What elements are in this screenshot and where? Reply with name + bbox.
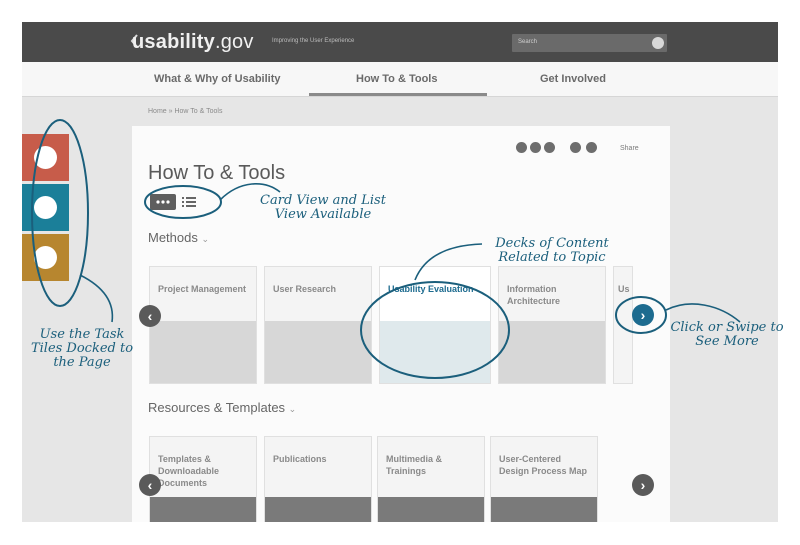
chevron-right-icon: › <box>640 307 646 323</box>
resources-tile[interactable]: Multimedia & Trainings <box>377 436 485 522</box>
section-methods-heading[interactable]: Methods ⌄ <box>148 230 209 245</box>
methods-tile-partial[interactable]: Us De <box>613 266 633 384</box>
site-header: usability.gov Improving the User Experie… <box>22 22 778 62</box>
annotation-tasks: Use the Task Tiles Docked to the Page <box>30 327 134 370</box>
card-view-icon <box>156 200 170 204</box>
logo-tagline: Improving the User Experience <box>272 38 355 44</box>
share-print-icon[interactable] <box>586 142 597 153</box>
methods-tile[interactable]: User Research <box>264 266 372 384</box>
chevron-right-icon: › <box>640 477 646 493</box>
tile-label: Multimedia & Trainings <box>386 454 443 476</box>
nav-item-what-why[interactable]: What & Why of Usability <box>154 73 281 85</box>
tile-image <box>150 497 256 522</box>
tile-image <box>499 321 605 383</box>
nav-item-how-to-tools[interactable]: How To & Tools <box>356 73 437 85</box>
share-facebook-icon[interactable] <box>516 142 527 153</box>
share-twitter-icon[interactable] <box>530 142 541 153</box>
resources-tile[interactable]: User-Centered Design Process Map <box>490 436 598 522</box>
task-tile-3[interactable] <box>22 234 69 281</box>
breadcrumb[interactable]: Home » How To & Tools <box>148 108 222 115</box>
tile-label: Project Management <box>158 284 247 294</box>
tile-image <box>150 321 256 383</box>
page-title: How To & Tools <box>148 162 286 184</box>
tile-image <box>265 321 371 383</box>
chevron-down-icon: ⌄ <box>201 234 210 244</box>
main-nav: What & Why of Usability How To & Tools G… <box>22 62 778 97</box>
nav-item-get-involved[interactable]: Get Involved <box>540 73 606 85</box>
tile-label: Templates & Downloadable Documents <box>158 454 220 488</box>
chevron-left-icon: ‹ <box>147 308 153 324</box>
browser-frame: usability.gov Improving the User Experie… <box>22 22 778 522</box>
checklist-icon <box>34 246 57 269</box>
chevron-left-icon: ‹ <box>147 477 153 493</box>
tile-label: Publications <box>273 454 327 464</box>
tile-label: Us De <box>618 284 632 294</box>
tile-image <box>380 321 490 383</box>
section-methods-label: Methods <box>148 230 198 245</box>
task-tile-1[interactable] <box>22 134 69 181</box>
chevron-down-icon: ⌄ <box>288 404 297 414</box>
resources-tile[interactable]: Publications <box>264 436 372 522</box>
list-view-icon[interactable] <box>182 196 196 208</box>
logo-text: usability <box>132 31 215 53</box>
share-arrow-icon <box>34 146 57 169</box>
site-logo[interactable]: usability.gov <box>132 31 254 54</box>
search-icon[interactable] <box>652 37 664 49</box>
annotation-decks: Decks of Content Related to Topic <box>495 236 609 265</box>
resources-tile[interactable]: Templates & Downloadable Documents <box>149 436 257 522</box>
nav-active-indicator <box>309 93 487 96</box>
methods-tile[interactable]: Project Management <box>149 266 257 384</box>
logo-tld: .gov <box>214 31 254 53</box>
tile-label: User-Centered Design Process Map <box>499 454 588 476</box>
tile-label: User Research <box>273 284 337 294</box>
section-resources-heading[interactable]: Resources & Templates ⌄ <box>148 400 296 415</box>
methods-tile[interactable]: Information Architecture <box>498 266 606 384</box>
carousel-prev-button[interactable]: ‹ <box>139 305 161 327</box>
resources-prev-button[interactable]: ‹ <box>139 474 161 496</box>
annotation-swipe: Click or Swipe to See More <box>670 320 784 349</box>
section-resources-label: Resources & Templates <box>148 400 286 415</box>
share-linkedin-icon[interactable] <box>544 142 555 153</box>
search-input[interactable]: Search <box>512 34 667 52</box>
tile-image <box>491 497 597 522</box>
annotation-view: Card View and List View Available <box>260 193 386 222</box>
tile-image <box>265 497 371 522</box>
share-label: Share <box>620 145 639 152</box>
tile-label: Usability Evaluation <box>388 284 474 294</box>
carousel-next-button[interactable]: › <box>632 304 654 326</box>
share-email-icon[interactable] <box>570 142 581 153</box>
search-placeholder: Search <box>518 39 538 45</box>
task-tile-2[interactable] <box>22 184 69 231</box>
tile-label: Information Architecture <box>507 284 561 306</box>
resources-next-button[interactable]: › <box>632 474 654 496</box>
document-icon <box>34 196 57 219</box>
methods-tile-highlighted[interactable]: Usability Evaluation <box>379 266 491 384</box>
card-view-button[interactable] <box>150 194 176 210</box>
tile-image <box>378 497 484 522</box>
